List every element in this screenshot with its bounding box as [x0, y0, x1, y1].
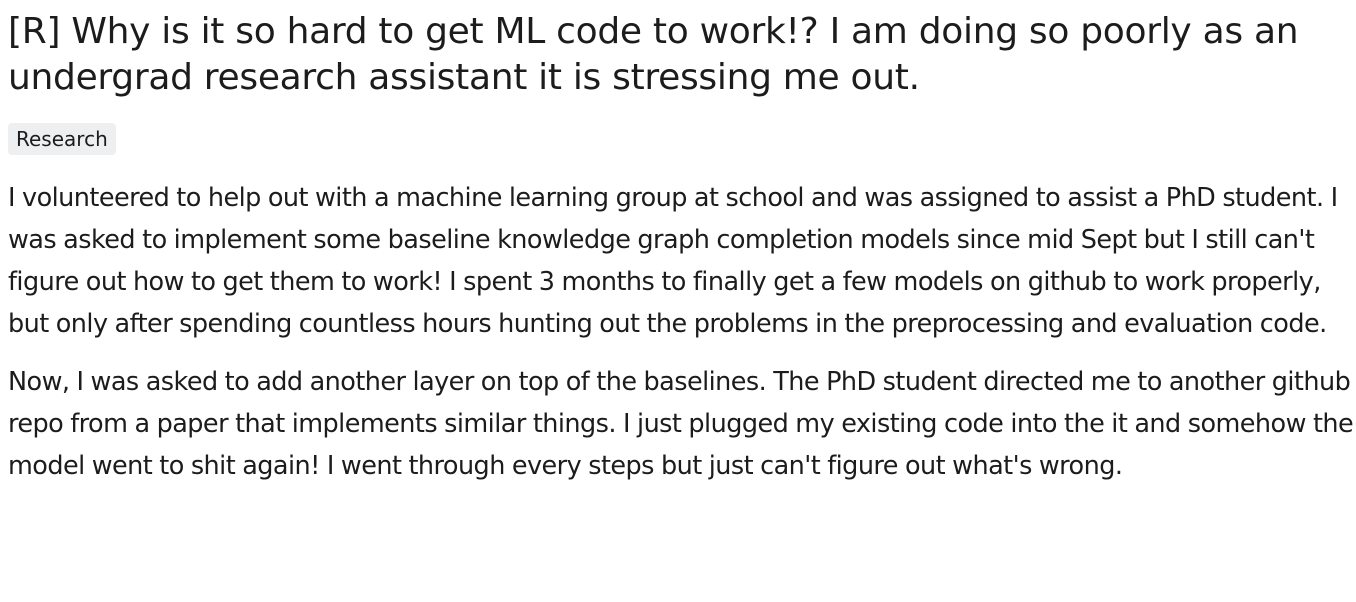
post-title[interactable]: [R] Why is it so hard to get ML code to … — [8, 0, 1348, 101]
post-flair[interactable]: Research — [8, 123, 116, 155]
post-body: I volunteered to help out with a machine… — [8, 177, 1354, 487]
post: [R] Why is it so hard to get ML code to … — [0, 0, 1356, 602]
post-paragraph-1: I volunteered to help out with a machine… — [8, 183, 1338, 339]
post-paragraph-2: Now, I was asked to add another layer on… — [8, 367, 1354, 481]
